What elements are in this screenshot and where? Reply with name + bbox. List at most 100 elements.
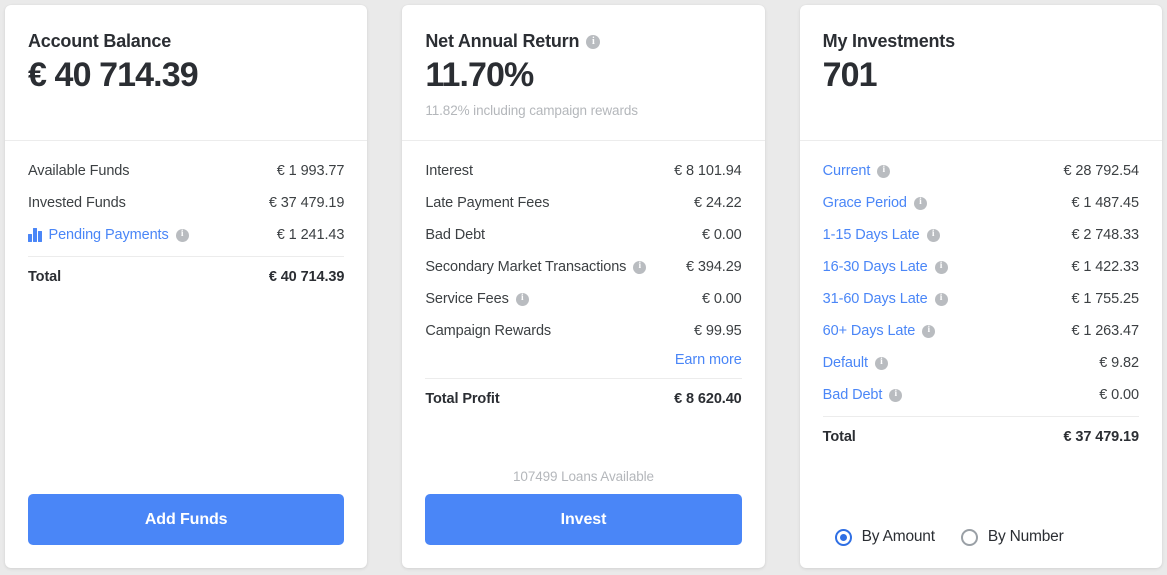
- row-label-text: Invested Funds: [28, 195, 126, 211]
- total-value: € 8 620.40: [674, 391, 742, 407]
- row-label[interactable]: 1-15 Days Late i: [823, 227, 940, 243]
- add-funds-button[interactable]: Add Funds: [28, 494, 345, 545]
- radio-option-by-number[interactable]: By Number: [960, 528, 1064, 546]
- row-label-text[interactable]: Current: [823, 163, 871, 179]
- row-label: Bad Debt: [425, 227, 485, 243]
- info-icon[interactable]: i: [926, 228, 940, 242]
- row-value: € 0.00: [701, 227, 742, 243]
- info-icon[interactable]: i: [934, 260, 948, 274]
- info-icon[interactable]: i: [586, 34, 601, 49]
- page-title: Account Balance: [28, 31, 344, 52]
- row-label: Campaign Rewards: [425, 323, 551, 339]
- info-icon[interactable]: i: [874, 356, 888, 370]
- loans-available-note: 107499 Loans Available: [513, 469, 654, 484]
- row-label[interactable]: 60+ Days Late i: [823, 323, 936, 339]
- row-label[interactable]: 31-60 Days Late i: [823, 291, 948, 307]
- info-icon[interactable]: i: [913, 196, 927, 210]
- row-total-profit: Total Profit € 8 620.40: [425, 382, 741, 416]
- row-label-text: Available Funds: [28, 163, 130, 179]
- row-value: € 37 479.19: [268, 195, 345, 211]
- row-value: € 1 755.25: [1071, 291, 1139, 307]
- row-label[interactable]: 16-30 Days Late i: [823, 259, 948, 275]
- card-header: Account Balance € 40 714.39: [5, 5, 368, 141]
- row-value: € 9.82: [1099, 355, 1139, 371]
- row-invested-funds: Invested Funds € 37 479.19: [28, 187, 344, 219]
- info-icon[interactable]: i: [633, 260, 647, 274]
- total-value: € 40 714.39: [268, 269, 345, 285]
- row-label-text[interactable]: 16-30 Days Late: [823, 259, 928, 275]
- row-value: € 1 422.33: [1071, 259, 1139, 275]
- row-label[interactable]: Grace Period i: [823, 195, 927, 211]
- earn-more-link[interactable]: Earn more: [675, 352, 742, 368]
- card-body: Available Funds € 1 993.77 Invested Fund…: [5, 141, 367, 494]
- earn-more-row: Earn more: [425, 347, 742, 373]
- row-campaign-rewards: Campaign Rewards € 99.95: [425, 315, 741, 347]
- row-label-text: Secondary Market Transactions: [425, 259, 627, 275]
- row-60-plus-days-late[interactable]: 60+ Days Late i € 1 263.47: [823, 315, 1139, 347]
- row-interest: Interest € 8 101.94: [425, 155, 741, 187]
- radio-mark-icon[interactable]: [960, 528, 978, 546]
- card-body: Interest € 8 101.94 Late Payment Fees € …: [402, 141, 764, 469]
- row-default[interactable]: Default i € 9.82: [823, 347, 1139, 379]
- divider: [822, 416, 1139, 417]
- row-value: € 0.00: [701, 291, 742, 307]
- row-label[interactable]: Bad Debt i: [823, 387, 903, 403]
- net-annual-return-value: 11.70%: [425, 56, 534, 94]
- row-label: Interest: [425, 163, 473, 179]
- row-bad-debt[interactable]: Bad Debt i € 0.00: [823, 379, 1139, 411]
- investment-display-mode-radio-group: By Amount By Number: [823, 516, 1139, 568]
- row-label-text[interactable]: Default: [823, 355, 868, 371]
- card-footer: Add Funds: [5, 494, 367, 568]
- card-net-annual-return: Net Annual Return i 11.70% 11.82% includ…: [402, 5, 765, 568]
- row-value: € 1 263.47: [1071, 323, 1139, 339]
- row-label-text[interactable]: 31-60 Days Late: [823, 291, 928, 307]
- row-label: Late Payment Fees: [425, 195, 549, 211]
- row-1-15-days-late[interactable]: 1-15 Days Late i € 2 748.33: [823, 219, 1139, 251]
- row-value: € 394.29: [686, 259, 742, 275]
- row-label-text[interactable]: 60+ Days Late: [823, 323, 916, 339]
- row-label-text: Interest: [425, 163, 473, 179]
- row-grace-period[interactable]: Grace Period i € 1 487.45: [823, 187, 1139, 219]
- row-current[interactable]: Current i € 28 792.54: [823, 155, 1139, 187]
- row-value: € 0.00: [1099, 387, 1139, 403]
- row-label-text: Bad Debt: [425, 227, 485, 243]
- total-label: Total Profit: [425, 391, 500, 407]
- info-icon[interactable]: i: [877, 164, 891, 178]
- bar-chart-icon: [28, 228, 42, 242]
- card-header: Net Annual Return i 11.70% 11.82% includ…: [402, 5, 765, 141]
- card-header: My Investments 701: [799, 5, 1162, 141]
- row-label-text: Late Payment Fees: [425, 195, 550, 211]
- card-my-investments: My Investments 701 Current i € 28 792.54…: [799, 5, 1162, 568]
- row-label[interactable]: Current i: [823, 163, 891, 179]
- row-secondary-market-transactions: Secondary Market Transactions i € 394.29: [425, 251, 741, 283]
- row-16-30-days-late[interactable]: 16-30 Days Late i € 1 422.33: [823, 251, 1139, 283]
- row-label-text: Service Fees: [425, 291, 509, 307]
- radio-option-by-amount[interactable]: By Amount: [834, 528, 935, 546]
- divider: [425, 378, 742, 379]
- page-title: My Investments: [823, 31, 1139, 52]
- row-label-text[interactable]: Pending Payments: [49, 227, 169, 243]
- info-icon[interactable]: i: [922, 324, 936, 338]
- info-icon[interactable]: i: [175, 228, 189, 242]
- radio-mark-selected-icon[interactable]: [834, 528, 852, 546]
- row-late-payment-fees: Late Payment Fees € 24.22: [425, 187, 741, 219]
- card-title-text: Net Annual Return: [425, 31, 580, 51]
- row-label-text[interactable]: Grace Period: [823, 195, 907, 211]
- row-31-60-days-late[interactable]: 31-60 Days Late i € 1 755.25: [823, 283, 1139, 315]
- row-label-text[interactable]: Bad Debt: [823, 387, 883, 403]
- row-label[interactable]: Pending Payments i: [28, 227, 189, 243]
- radio-label[interactable]: By Number: [988, 528, 1064, 546]
- row-value: € 2 748.33: [1071, 227, 1139, 243]
- row-pending-payments[interactable]: Pending Payments i € 1 241.43: [28, 219, 344, 251]
- row-label[interactable]: Default i: [823, 355, 888, 371]
- row-label-text[interactable]: 1-15 Days Late: [823, 227, 920, 243]
- info-icon[interactable]: i: [889, 388, 903, 402]
- info-icon[interactable]: i: [515, 292, 529, 306]
- info-icon[interactable]: i: [934, 292, 948, 306]
- row-label: Invested Funds: [28, 195, 126, 211]
- row-value: € 1 993.77: [276, 163, 345, 179]
- invest-button[interactable]: Invest: [425, 494, 742, 545]
- radio-label[interactable]: By Amount: [862, 528, 935, 546]
